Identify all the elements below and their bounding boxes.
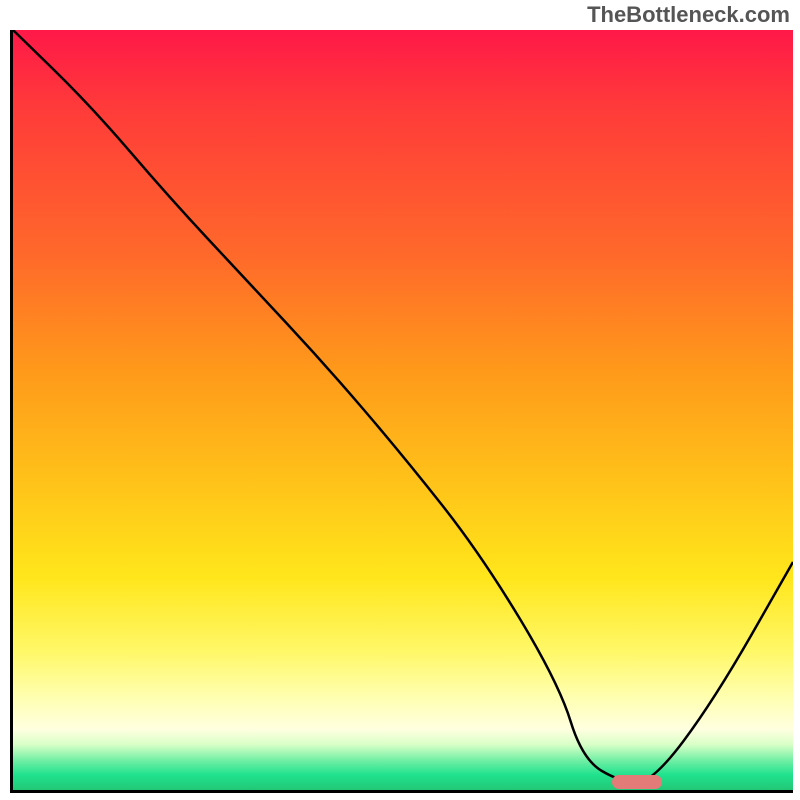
- watermark-text: TheBottleneck.com: [587, 2, 790, 28]
- bottleneck-curve: [13, 30, 793, 782]
- chart-plot-area: [10, 30, 793, 793]
- curve-svg: [13, 30, 793, 790]
- optimal-marker: [612, 775, 662, 789]
